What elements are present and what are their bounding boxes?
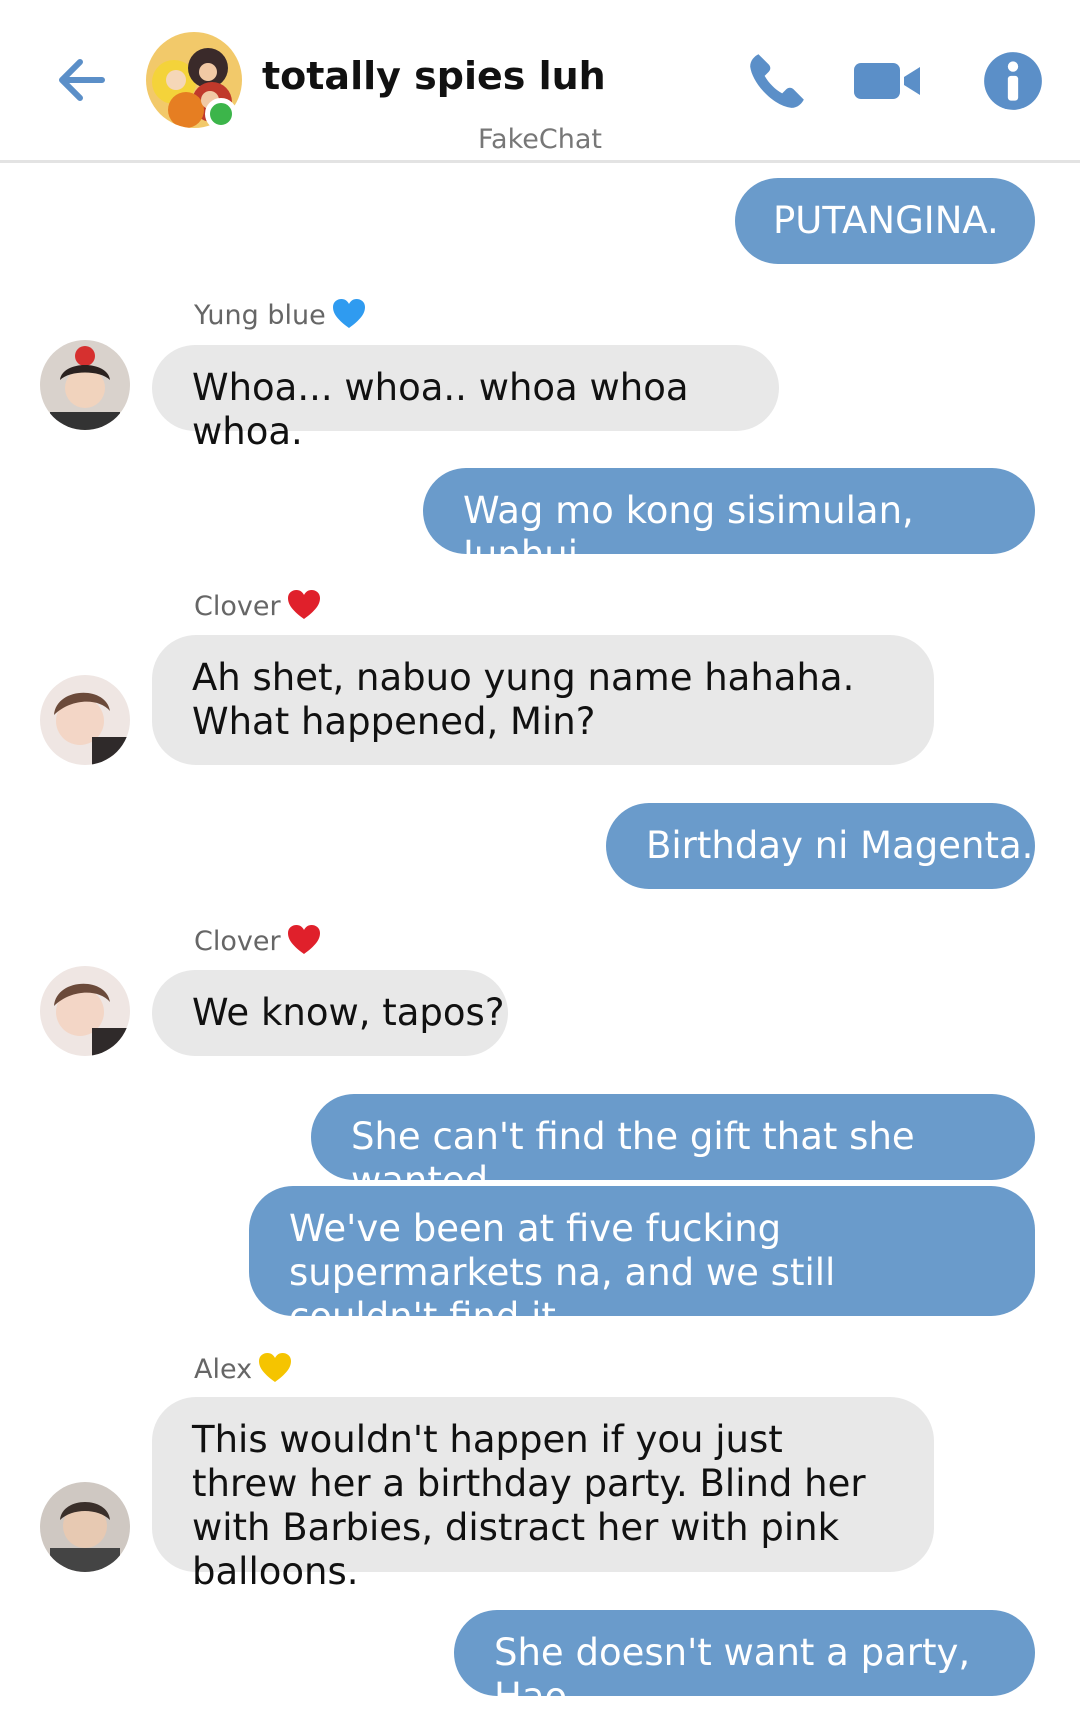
red-heart-icon: [287, 925, 320, 954]
outgoing-message-bubble[interactable]: She doesn't want a party, Hao.: [454, 1610, 1035, 1718]
sender-name: Clover: [194, 924, 321, 957]
outgoing-message-bubble[interactable]: She can't find the gift that she wanted.: [311, 1094, 1035, 1202]
incoming-message-bubble[interactable]: Ah shet, nabuo yung name hahaha. What ha…: [152, 635, 934, 765]
red-heart-icon: [287, 590, 320, 619]
avatar-clover[interactable]: [40, 966, 130, 1056]
chat-header: totally spies luh FakeChat: [0, 0, 1080, 163]
watermark-label: FakeChat: [478, 124, 602, 155]
info-icon[interactable]: [980, 48, 1046, 114]
blue-heart-icon: [332, 299, 365, 328]
outgoing-message-bubble[interactable]: We've been at five fucking supermarkets …: [249, 1186, 1035, 1338]
sender-name: Yung blue: [194, 298, 366, 331]
sender-name: Alex: [194, 1352, 292, 1385]
chat-title: totally spies luh: [262, 54, 606, 98]
incoming-message-bubble[interactable]: Whoa... whoa.. whoa whoa whoa.: [152, 345, 779, 453]
outgoing-message-bubble[interactable]: Birthday ni Magenta.: [606, 803, 1035, 889]
video-call-icon[interactable]: [852, 48, 922, 114]
incoming-message-bubble[interactable]: We know, tapos?: [152, 970, 508, 1056]
outgoing-message-bubble[interactable]: Wag mo kong sisimulan, Junhui.: [423, 468, 1035, 576]
avatar-alex[interactable]: [40, 1482, 130, 1572]
incoming-message-bubble[interactable]: This wouldn't happen if you just threw h…: [152, 1397, 934, 1593]
back-arrow-icon[interactable]: [52, 50, 112, 110]
outgoing-message-bubble[interactable]: PUTANGINA.: [735, 178, 1035, 264]
avatar-yung-blue[interactable]: [40, 340, 130, 430]
avatar-clover[interactable]: [40, 675, 130, 765]
sender-name: Clover: [194, 589, 321, 622]
phone-call-icon[interactable]: [744, 48, 810, 114]
yellow-heart-icon: [259, 1353, 292, 1382]
